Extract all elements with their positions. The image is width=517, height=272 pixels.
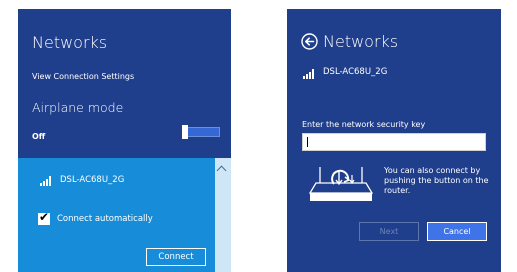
- back-arrow-icon[interactable]: [301, 33, 318, 50]
- panel-title: Networks: [323, 32, 399, 51]
- connect-automatically-label[interactable]: Connect automatically: [57, 214, 153, 224]
- network-name: DSL-AC68U_2G: [60, 175, 125, 185]
- wifi-signal-icon: [303, 69, 317, 79]
- router-wps-icon: [308, 167, 374, 201]
- airplane-mode-toggle[interactable]: [182, 125, 220, 139]
- text-caret: [307, 137, 308, 147]
- next-button[interactable]: Next: [359, 222, 419, 241]
- networks-panel-list: Networks View Connection Settings Airpla…: [18, 9, 231, 272]
- push-button-hint: You can also connect by pushing the butt…: [384, 166, 489, 195]
- networks-panel-security-key: Networks DSL-AC68U_2G Enter the network …: [287, 9, 501, 272]
- airplane-mode-state: Off: [32, 132, 46, 141]
- connect-button[interactable]: Connect: [146, 248, 206, 266]
- network-item-expanded[interactable]: DSL-AC68U_2G ✔ Connect automatically Con…: [18, 158, 231, 272]
- toggle-thumb[interactable]: [182, 125, 188, 139]
- checkmark-icon: ✔: [39, 210, 50, 224]
- view-connection-settings-link[interactable]: View Connection Settings: [32, 72, 134, 81]
- airplane-mode-label: Airplane mode: [32, 100, 124, 115]
- connect-automatically-checkbox[interactable]: ✔: [38, 210, 50, 225]
- security-key-label: Enter the network security key: [302, 120, 426, 129]
- scrollbar[interactable]: [215, 158, 231, 272]
- network-name: DSL-AC68U_2G: [323, 67, 388, 77]
- wifi-signal-icon: [40, 176, 54, 186]
- scroll-up-icon[interactable]: [216, 165, 227, 176]
- cancel-button[interactable]: Cancel: [427, 222, 487, 241]
- security-key-input[interactable]: [302, 133, 486, 151]
- panel-title: Networks: [32, 33, 108, 52]
